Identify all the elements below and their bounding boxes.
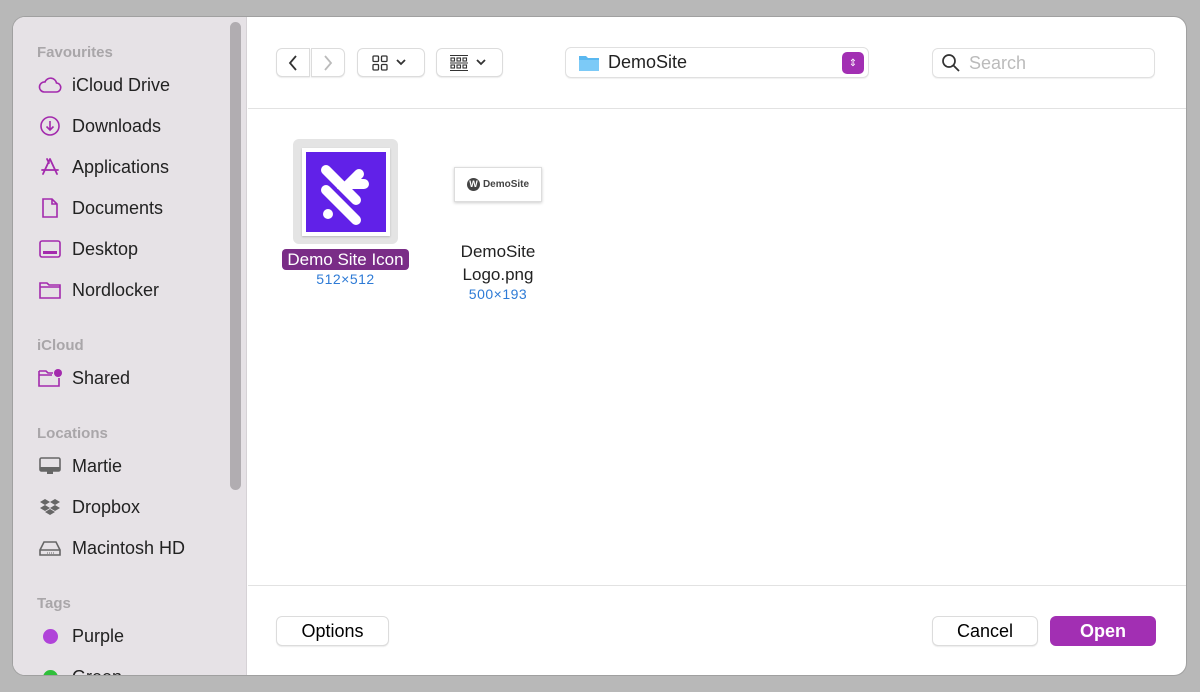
tag-dot-icon	[37, 625, 63, 647]
file-browser: DemoSite ⇕ Demo Site Icon 512×512 WDemoS…	[248, 17, 1186, 675]
file-name: Demo Site Icon	[282, 249, 409, 270]
sidebar-item-icloud-drive[interactable]: iCloud Drive	[37, 71, 170, 99]
hard-drive-icon	[37, 537, 63, 559]
folder-path-popup[interactable]: DemoSite ⇕	[565, 47, 869, 78]
section-icloud: iCloud	[37, 337, 84, 354]
sidebar-item-label: iCloud Drive	[72, 74, 171, 95]
group-button[interactable]	[436, 48, 503, 77]
section-favourites: Favourites	[37, 44, 113, 61]
sidebar-item-label: Shared	[72, 367, 131, 388]
shared-folder-icon	[37, 367, 63, 389]
sidebar-item-nordlocker[interactable]: Nordlocker	[37, 276, 159, 304]
current-folder-label: DemoSite	[608, 52, 688, 72]
group-grid-icon	[449, 54, 468, 71]
cloud-icon	[37, 74, 63, 96]
toolbar: DemoSite ⇕	[248, 17, 1186, 109]
tag-dot-icon	[37, 666, 63, 675]
file-thumbnail: W DemoSite	[454, 167, 542, 202]
sidebar-item-label: Documents	[72, 197, 164, 218]
file-thumbnail	[293, 139, 398, 244]
desktop-icon	[37, 238, 63, 260]
sidebar-item-shared[interactable]: Shared	[37, 364, 130, 392]
up-down-stepper-icon: ⇕	[842, 52, 864, 74]
file-name-line1: DemoSite	[460, 242, 536, 261]
sidebar-item-downloads[interactable]: Downloads	[37, 112, 161, 140]
cancel-button[interactable]: Cancel	[932, 616, 1038, 646]
wordpress-logo-icon: W	[466, 178, 480, 191]
chevron-down-icon	[475, 58, 486, 65]
file-item-demosite-logo[interactable]: W DemoSite DemoSite Logo.png 500×193	[438, 167, 558, 302]
sidebar-item-label: Desktop	[72, 238, 139, 259]
sidebar-item-label: Downloads	[72, 115, 162, 136]
chevron-left-icon	[288, 54, 297, 71]
sidebar-scrollbar[interactable]	[230, 22, 241, 490]
sidebar-tag-green[interactable]: Green	[37, 663, 122, 675]
file-dimensions: 512×512	[316, 271, 375, 287]
section-tags: Tags	[37, 595, 71, 612]
search-icon	[942, 54, 960, 72]
applications-icon	[37, 156, 63, 178]
demo-site-logo-icon	[305, 151, 386, 232]
dialog-footer: Options Cancel Open	[248, 585, 1186, 675]
view-mode-button[interactable]	[357, 48, 425, 77]
monitor-icon	[37, 455, 63, 477]
folder-icon	[37, 279, 63, 301]
document-icon	[37, 197, 63, 219]
file-item-demo-site-icon[interactable]: Demo Site Icon 512×512	[268, 139, 423, 287]
dropbox-icon	[37, 496, 63, 518]
file-name-line2: Logo.png	[462, 265, 534, 284]
sidebar-item-documents[interactable]: Documents	[37, 194, 163, 222]
sidebar: Favourites iCloud Drive Downloads Applic…	[13, 17, 247, 675]
sidebar-item-label: Green	[72, 667, 122, 676]
sidebar-item-label: Nordlocker	[72, 279, 160, 300]
folder-icon	[579, 55, 599, 71]
open-file-dialog: Favourites iCloud Drive Downloads Applic…	[13, 17, 1186, 675]
sidebar-item-label: Macintosh HD	[72, 537, 186, 558]
sidebar-item-applications[interactable]: Applications	[37, 153, 169, 181]
chevron-down-icon	[396, 58, 406, 65]
sidebar-item-dropbox[interactable]: Dropbox	[37, 493, 140, 521]
forward-button[interactable]	[311, 48, 345, 77]
search-field[interactable]	[932, 48, 1155, 78]
chevron-right-icon	[324, 54, 333, 71]
back-button[interactable]	[276, 48, 310, 77]
sidebar-item-macintosh-hd[interactable]: Macintosh HD	[37, 534, 185, 562]
sidebar-tag-purple[interactable]: Purple	[37, 622, 124, 650]
sidebar-item-label: Purple	[72, 625, 125, 646]
sidebar-item-martie[interactable]: Martie	[37, 452, 122, 480]
sidebar-item-label: Martie	[72, 455, 123, 476]
section-locations: Locations	[37, 425, 108, 442]
grid-icon	[372, 54, 388, 71]
sidebar-item-label: Applications	[72, 156, 170, 177]
open-button[interactable]: Open	[1050, 616, 1156, 646]
sidebar-item-label: Dropbox	[72, 496, 141, 517]
search-input[interactable]	[969, 52, 1139, 74]
download-circle-icon	[37, 115, 63, 137]
options-button[interactable]: Options	[276, 616, 389, 646]
file-dimensions: 500×193	[468, 286, 528, 302]
sidebar-item-desktop[interactable]: Desktop	[37, 235, 138, 263]
thumbnail-text: DemoSite	[482, 179, 530, 190]
